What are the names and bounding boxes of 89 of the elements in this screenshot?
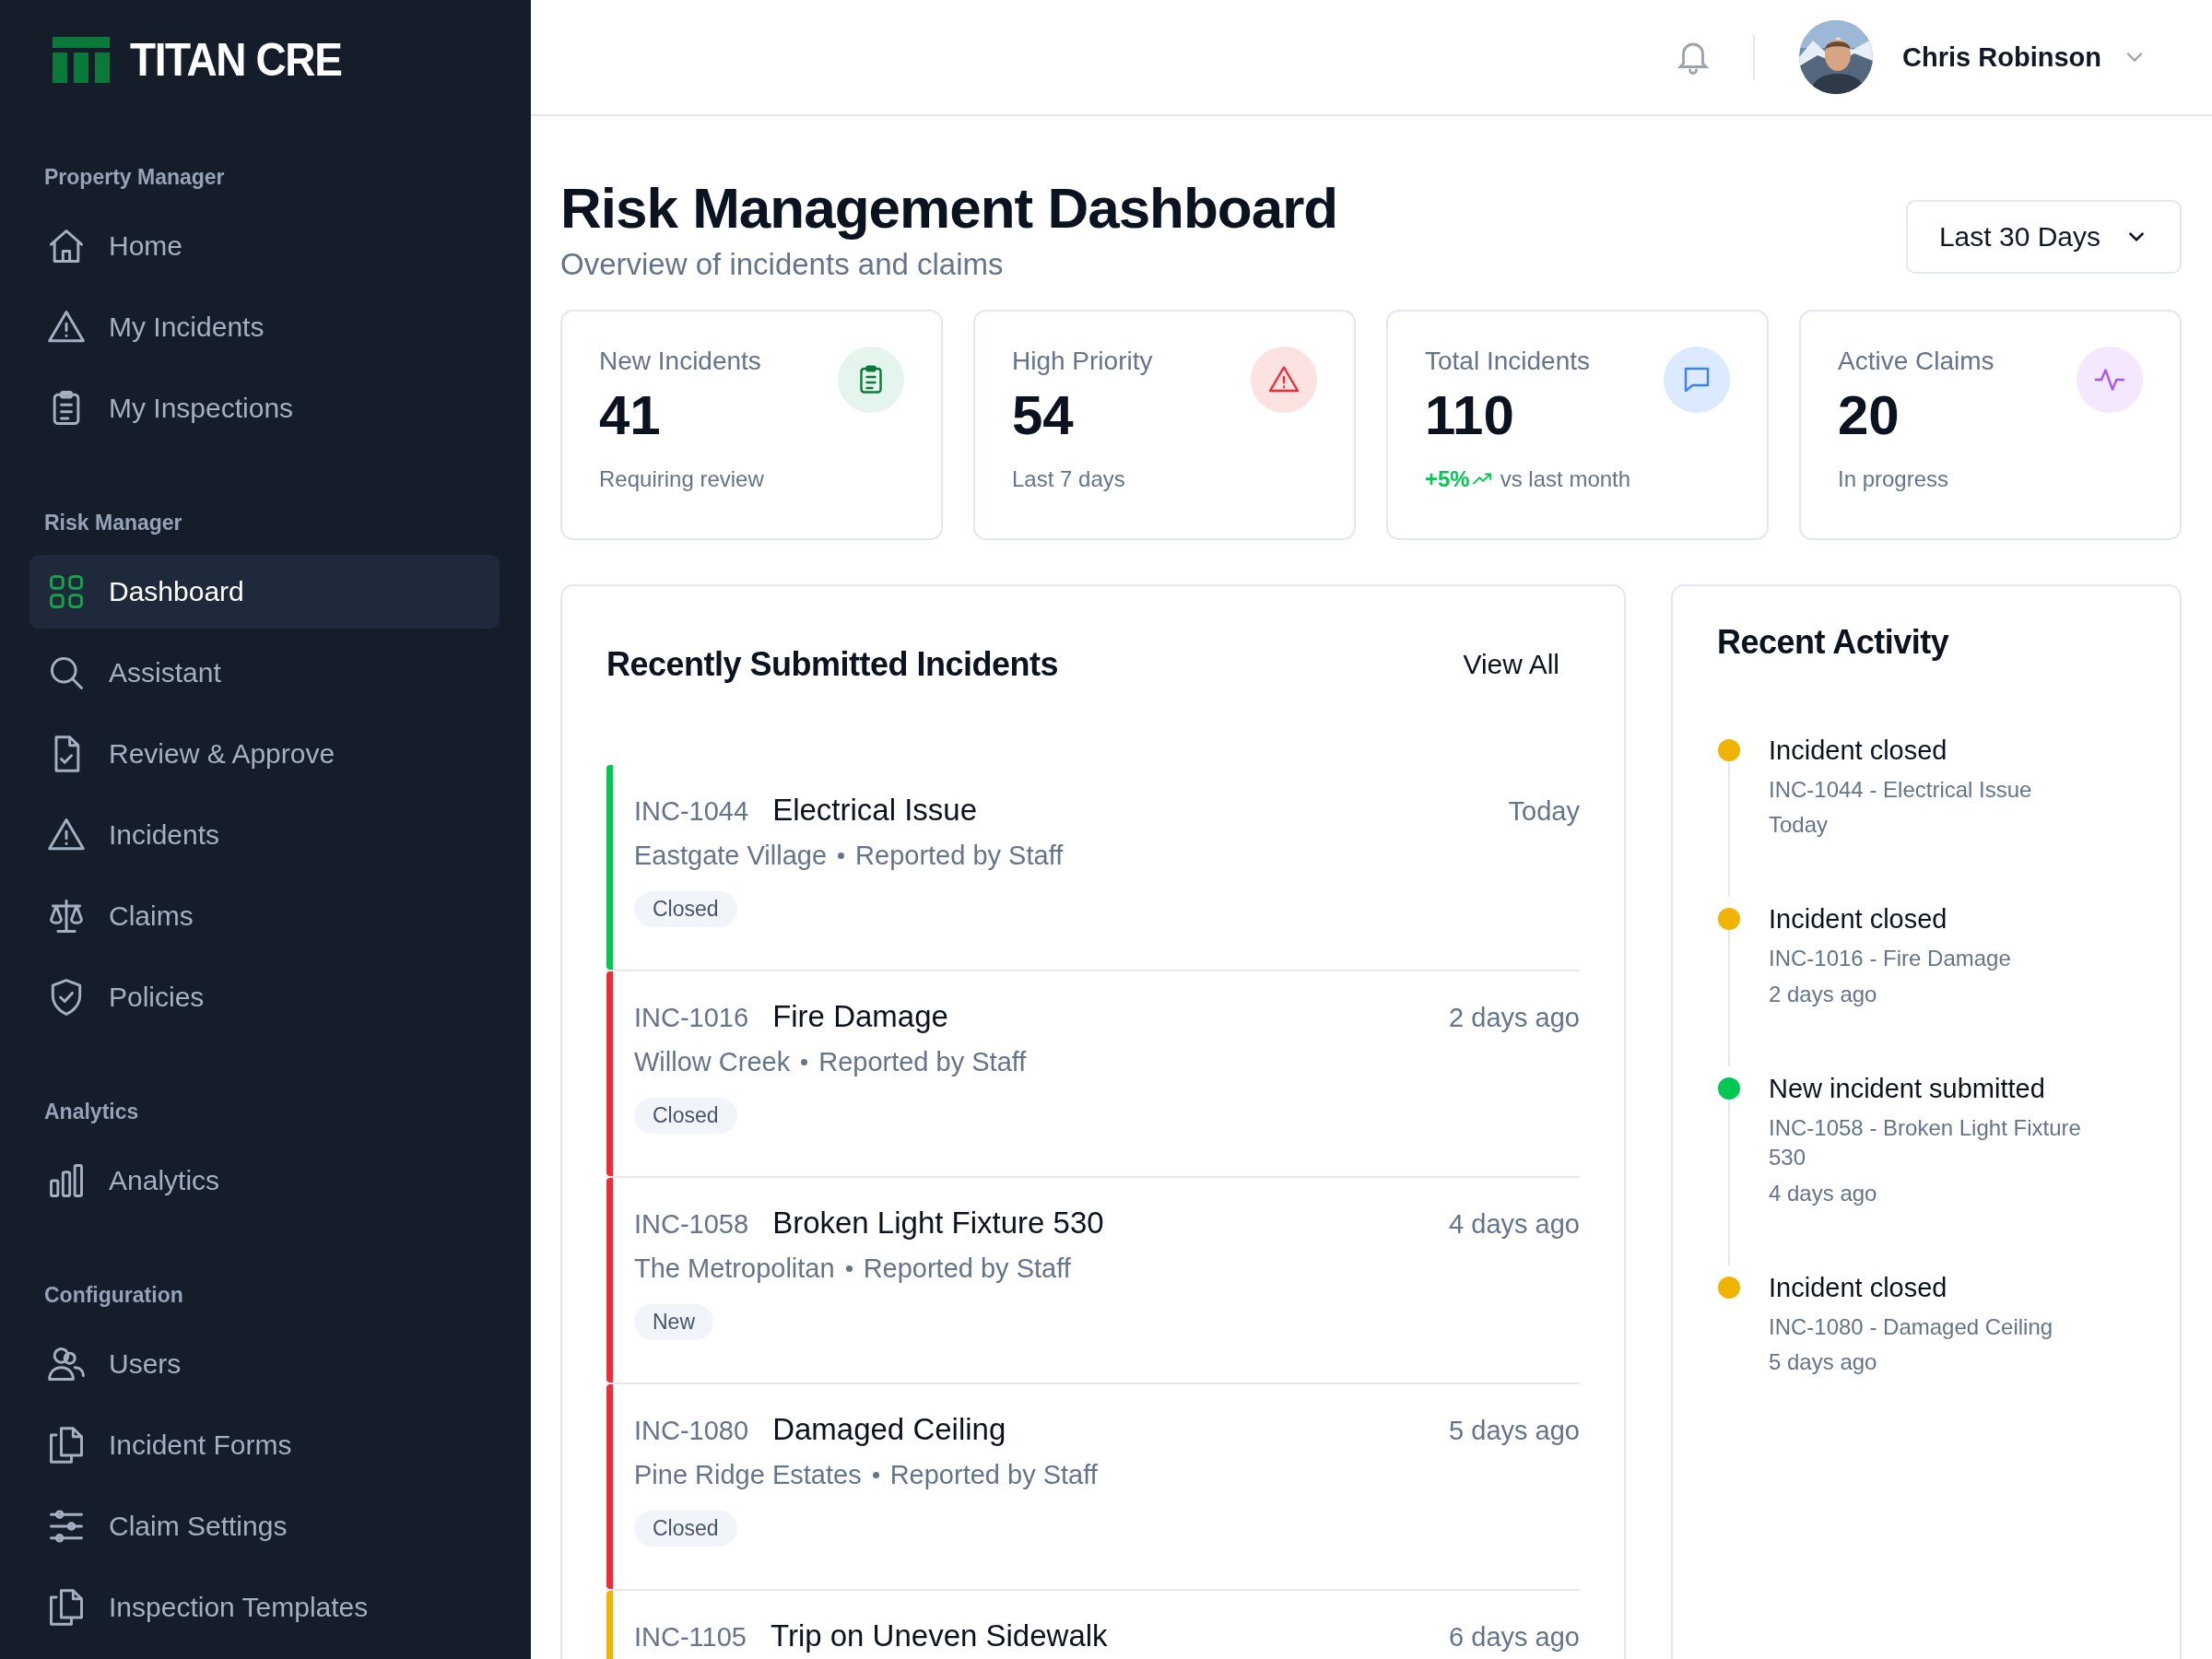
status-tag: Closed bbox=[634, 1511, 737, 1547]
incident-time: Today bbox=[1508, 796, 1580, 827]
page-subtitle: Overview of incidents and claims bbox=[560, 247, 1005, 283]
stat-note: Last 7 days bbox=[1012, 466, 1125, 492]
activity-detail: INC-1044 - Electrical Issue bbox=[1769, 776, 2032, 804]
incident-id: INC-1044 bbox=[634, 796, 749, 827]
incident-time: 2 days ago bbox=[1449, 1003, 1580, 1033]
nav-item[interactable]: Policies bbox=[29, 960, 500, 1034]
period-dropdown[interactable]: Last 30 Days bbox=[1905, 200, 2182, 274]
section-label: Risk Manager bbox=[43, 510, 183, 536]
separator-dot bbox=[845, 1265, 853, 1272]
activity-time: 5 days ago bbox=[1769, 1348, 1878, 1375]
activity-time: 4 days ago bbox=[1769, 1180, 1878, 1206]
incident-time: 5 days ago bbox=[1449, 1416, 1580, 1446]
panel-title: Recently Submitted Incidents bbox=[606, 645, 1059, 684]
status-tag: New bbox=[634, 1304, 713, 1340]
activity-title: New incident submitted bbox=[1769, 1073, 2046, 1104]
activity-detail: INC-1058 - Broken Light Fixture 530 bbox=[1769, 1113, 2082, 1172]
stat-value: 20 bbox=[1838, 385, 1900, 446]
separator-dot bbox=[838, 853, 845, 859]
incident-title: Broken Light Fixture 530 bbox=[772, 1206, 1104, 1241]
property-name: The Metropolitan bbox=[634, 1253, 835, 1284]
nav-item[interactable]: Users bbox=[29, 1327, 500, 1401]
property-name: Pine Ridge Estates bbox=[634, 1460, 862, 1490]
incident-time: 6 days ago bbox=[1449, 1622, 1580, 1653]
section-label: Analytics bbox=[43, 1099, 140, 1125]
reporter: Reported by Staff bbox=[863, 1253, 1071, 1284]
incident-row[interactable]: INC-1080 Damaged Ceiling 5 days ago Pine Ridge Estates Reported by Staff Closed bbox=[606, 1384, 1580, 1591]
activity-title: Incident closed bbox=[1769, 735, 1948, 766]
stat-value: 110 bbox=[1425, 385, 1515, 446]
stat-value: 54 bbox=[1012, 385, 1075, 446]
activity-time: Today bbox=[1769, 812, 1830, 839]
incident-title: Damaged Ceiling bbox=[772, 1412, 1006, 1447]
incident-id: INC-1080 bbox=[634, 1416, 749, 1446]
incident-id: INC-1058 bbox=[634, 1209, 749, 1240]
logo-icon bbox=[53, 37, 110, 83]
nav-item[interactable]: Claim Settings bbox=[29, 1489, 500, 1563]
activity-detail: INC-1080 - Damaged Ceiling bbox=[1769, 1312, 2053, 1341]
stat-label: Total Incidents bbox=[1425, 347, 1590, 376]
status-tag: Closed bbox=[634, 1098, 737, 1134]
activity-time: 2 days ago bbox=[1769, 981, 1878, 1007]
property-name: Eastgate Village bbox=[634, 841, 828, 871]
user-name[interactable]: Chris Robinson bbox=[1902, 41, 2101, 73]
brand-name: TITAN CRE bbox=[130, 33, 342, 87]
nav-item[interactable]: Assistant bbox=[29, 636, 500, 710]
stat-label: New Incidents bbox=[599, 347, 761, 376]
incident-row[interactable]: INC-1105 Trip on Uneven Sidewalk 6 days ago bbox=[606, 1591, 1580, 1659]
nav-item[interactable]: Dashboard bbox=[29, 555, 500, 629]
stat-label: High Priority bbox=[1012, 347, 1153, 376]
incident-row[interactable]: INC-1044 Electrical Issue Today Eastgate Village Reported by Staff Closed bbox=[606, 765, 1580, 971]
separator-dot bbox=[801, 1059, 808, 1065]
activity-title: Incident closed bbox=[1769, 1272, 1948, 1303]
incident-title: Fire Damage bbox=[772, 999, 948, 1034]
incident-time: 4 days ago bbox=[1449, 1209, 1580, 1240]
stat-note: Requiring review bbox=[599, 466, 764, 492]
incident-title: Trip on Uneven Sidewalk bbox=[770, 1618, 1108, 1653]
separator-dot bbox=[872, 1472, 879, 1478]
status-tag: Closed bbox=[634, 891, 737, 927]
trend-value: +5% bbox=[1425, 466, 1470, 492]
nav-item[interactable]: Analytics bbox=[29, 1144, 500, 1218]
incident-id: INC-1105 bbox=[634, 1622, 747, 1653]
activity-title: Incident closed bbox=[1769, 904, 1948, 935]
stat-label: Active Claims bbox=[1838, 347, 1994, 376]
reporter: Reported by Staff bbox=[855, 841, 1064, 871]
incident-row[interactable]: INC-1016 Fire Damage 2 days ago Willow Creek Reported by Staff Closed bbox=[606, 971, 1580, 1178]
stat-note: In progress bbox=[1838, 466, 1949, 492]
incident-title: Electrical Issue bbox=[772, 793, 978, 828]
view-all-link[interactable]: View All bbox=[1463, 649, 1559, 680]
nav-item[interactable]: Inspection Templates bbox=[29, 1571, 500, 1644]
stat-value: 41 bbox=[599, 385, 662, 446]
nav-item[interactable]: Review & Approve bbox=[29, 717, 500, 791]
trend-up-icon bbox=[1472, 473, 1493, 486]
reporter: Reported by Staff bbox=[818, 1047, 1027, 1077]
nav-item[interactable]: Home bbox=[29, 209, 500, 283]
nav-item[interactable]: Incident Forms bbox=[29, 1408, 500, 1482]
section-label: Property Manager bbox=[43, 164, 226, 191]
nav-item[interactable]: Claims bbox=[29, 879, 500, 953]
activity-detail: INC-1016 - Fire Damage bbox=[1769, 945, 2011, 973]
property-name: Willow Creek bbox=[634, 1047, 791, 1077]
incident-id: INC-1016 bbox=[634, 1003, 749, 1033]
nav-item[interactable]: My Incidents bbox=[29, 290, 500, 364]
page-title: Risk Management Dashboard bbox=[560, 177, 1338, 241]
nav-item[interactable]: Incidents bbox=[29, 798, 500, 872]
nav-item[interactable]: My Inspections bbox=[29, 371, 500, 445]
reporter: Reported by Staff bbox=[889, 1460, 1098, 1490]
stat-note: vs last month bbox=[1500, 466, 1631, 492]
incident-row[interactable]: INC-1058 Broken Light Fixture 530 4 days ago The Metropolitan Reported by Staff New bbox=[606, 1178, 1580, 1384]
panel-title: Recent Activity bbox=[1717, 623, 1950, 662]
section-label: Configuration bbox=[43, 1282, 184, 1309]
